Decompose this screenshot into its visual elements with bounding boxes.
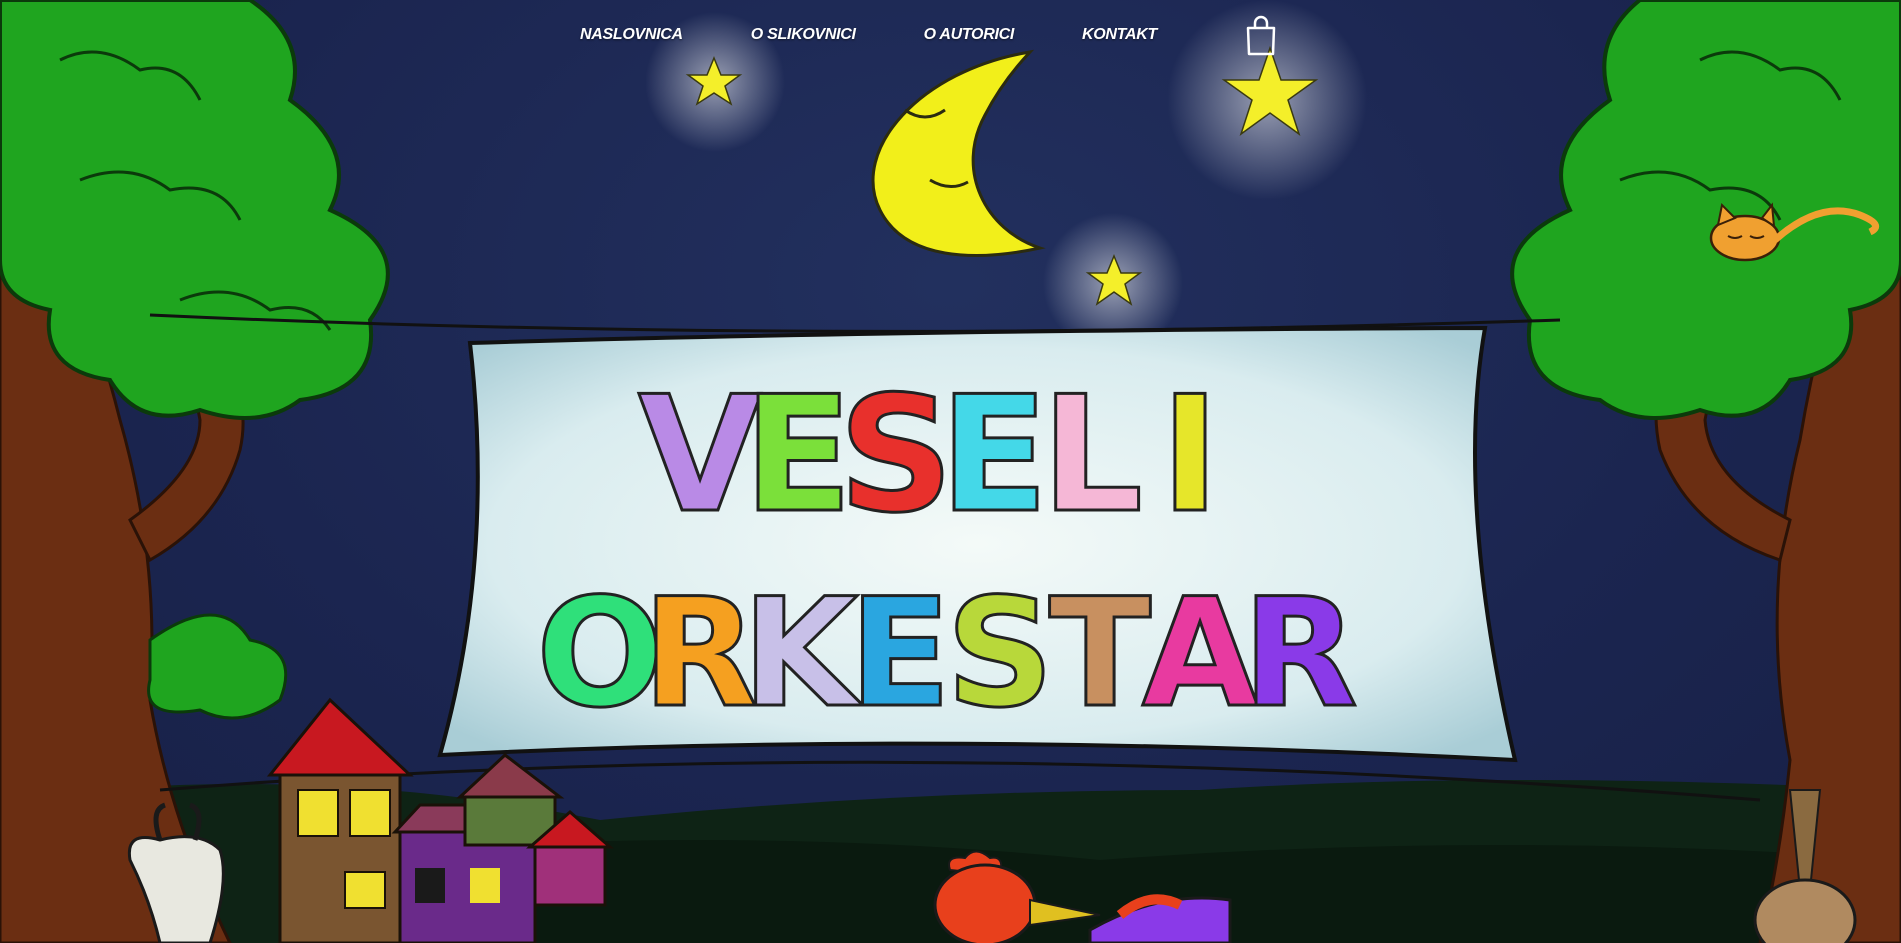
banner-title-line2-letter: E — [849, 567, 951, 741]
hero-illustration: VESELI ORKESTAR NASLOVNICA O SLIKOVNICI … — [0, 0, 1901, 943]
crescent-moon-icon — [871, 49, 1046, 257]
shopping-bag-icon[interactable] — [1245, 14, 1277, 56]
night-scene-illustration: VESEL I ORKESTAR — [0, 0, 1901, 943]
main-navigation: NASLOVNICA O SLIKOVNICI O AUTORICI KONTA… — [580, 20, 1157, 50]
nav-o-slikovnici[interactable]: O SLIKOVNICI — [751, 26, 856, 44]
banner-title-line2-letter: K — [742, 567, 863, 741]
banner-title-line2-letter: A — [1142, 567, 1258, 741]
nav-o-autorici[interactable]: O AUTORICI — [924, 26, 1015, 44]
banner-title-line1-letter: E — [939, 361, 1048, 548]
banner-title-line2-letter: R — [642, 567, 758, 741]
banner-title-line2: ORKESTAR — [535, 566, 1360, 743]
nav-naslovnica[interactable]: NASLOVNICA — [580, 26, 683, 44]
nav-kontakt[interactable]: KONTAKT — [1082, 26, 1157, 44]
banner-title-line2-letter: T — [1049, 567, 1151, 741]
banner-title-line1-letter: I — [1160, 361, 1220, 548]
banner-title-line2-letter: S — [946, 567, 1054, 741]
banner-title-line1-letter: L — [1041, 361, 1143, 548]
banner-title-line1-letter: E — [743, 361, 852, 548]
banner-title-line1: VESEL I — [637, 360, 1222, 550]
banner-title-line2-letter: R — [1242, 567, 1358, 741]
banner-title-line1-letter: S — [838, 361, 953, 548]
